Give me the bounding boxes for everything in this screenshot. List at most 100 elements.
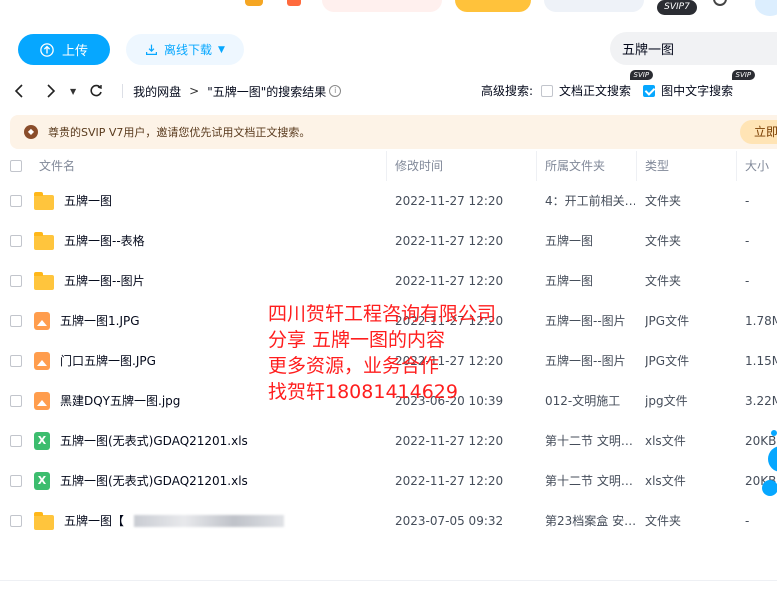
file-type: JPG文件 [645,354,690,368]
row-checkbox[interactable] [10,315,22,327]
offline-download-button[interactable]: 离线下载 ▼ [126,34,244,65]
table-row[interactable]: 五牌一图1.JPG 2022-11-27 12:20 五牌一图--图片 JPG文件 1.… [0,301,777,341]
file-name[interactable]: 门口五牌一图.JPG [60,341,156,381]
select-all-checkbox[interactable] [10,160,22,172]
parent-folder[interactable]: 五牌一图--图片 [545,301,635,341]
file-type: jpg文件 [645,394,688,408]
file-name[interactable]: 五牌一图--图片 [64,261,145,301]
table-row[interactable]: 黑建DQY五牌一图.jpg 2023-06-20 10:39 012-文明施工 jpg… [0,381,777,421]
svip-tag: SVIP [629,70,654,80]
parent-folder[interactable]: 第23档案盒 安… [545,501,635,541]
file-type: 文件夹 [645,274,682,288]
forward-button[interactable] [40,79,60,103]
parent-folder[interactable]: 4：开工前相关… [545,181,635,221]
breadcrumb-separator: > [189,84,200,98]
file-name[interactable]: 黑建DQY五牌一图.jpg [60,381,180,421]
row-checkbox[interactable] [10,355,22,367]
parent-folder[interactable]: 第十二节 文明… [545,421,635,461]
table-row[interactable]: X 五牌一图(无表式)GDAQ21201.xls 2022-11-27 12:20 第… [0,421,777,461]
column-header-type[interactable]: 类型 [645,151,669,181]
row-checkbox[interactable] [10,435,22,447]
file-name[interactable]: 五牌一图(无表式)GDAQ21201.xls [60,421,248,461]
image-text-search-checkbox[interactable] [643,84,656,97]
upload-button[interactable]: 上传 [18,34,110,65]
table-row[interactable]: 五牌一图【 2023-07-05 09:32 第23档案盒 安… 文件夹 - [0,501,777,541]
search-input[interactable] [622,41,777,56]
file-type: JPG文件 [645,314,690,328]
row-checkbox[interactable] [10,235,22,247]
refresh-button[interactable] [86,79,106,103]
file-name-cell[interactable]: 五牌一图1.JPG [34,301,384,341]
file-name-cell[interactable]: X 五牌一图(无表式)GDAQ21201.xls [34,421,384,461]
parent-folder[interactable]: 五牌一图 [545,261,635,301]
info-icon[interactable]: i [329,85,342,97]
file-name-cell[interactable]: 五牌一图 [34,181,384,221]
column-header-folder[interactable]: 所属文件夹 [545,151,605,181]
column-header-size[interactable]: 大小 [745,151,769,181]
file-size: 1.15M [745,354,777,368]
image-text-search-option[interactable]: 图中文字搜索 SVIP [643,70,756,99]
file-size: 3.22M [745,394,777,408]
table-row[interactable]: X 五牌一图(无表式)GDAQ21201.xls 2022-11-27 12:20 第… [0,461,777,501]
top-header-strip: SVIP7 [0,0,777,16]
nav-bar: ▼ 我的网盘 > "五牌一图"的搜索结果 i [10,78,342,104]
image-file-icon [34,312,50,330]
try-now-button[interactable]: 立即 [740,120,777,144]
row-checkbox[interactable] [10,515,22,527]
column-header-name[interactable]: 文件名 [39,151,75,181]
svip-tag: SVIP [731,70,756,80]
gift-icon[interactable] [287,0,301,6]
file-name[interactable]: 五牌一图(无表式)GDAQ21201.xls [60,461,248,501]
crown-icon[interactable] [245,0,263,6]
file-name[interactable]: 五牌一图--表格 [64,221,145,261]
column-divider [536,151,537,181]
parent-folder[interactable]: 第十二节 文明… [545,461,635,501]
offline-download-label: 离线下载 [164,43,213,57]
file-name-cell[interactable]: 黑建DQY五牌一图.jpg [34,381,384,421]
parent-folder[interactable]: 五牌一图 [545,221,635,261]
row-checkbox[interactable] [10,195,22,207]
file-name[interactable]: 五牌一图 [64,181,112,221]
file-size: - [745,234,750,248]
file-type: 文件夹 [645,194,682,208]
row-checkbox[interactable] [10,275,22,287]
file-name[interactable]: 五牌一图【 [64,501,124,541]
back-button[interactable] [10,79,30,103]
advanced-search: 高级搜索: 文档正文搜索 SVIP 图中文字搜索 SVIP [481,70,756,99]
row-checkbox[interactable] [10,475,22,487]
file-name-cell[interactable]: X 五牌一图(无表式)GDAQ21201.xls [34,461,384,501]
file-name-cell[interactable]: 五牌一图--表格 [34,221,384,261]
member-center-pill[interactable] [455,0,531,12]
promo-pill[interactable] [322,0,442,12]
modified-time: 2022-11-27 12:20 [395,354,504,368]
svip-notice: ◆ 尊贵的SVIP V7用户，邀请您优先试用文档正文搜索。 立即 [10,115,777,149]
image-text-search-label: 图中文字搜索 [661,84,734,98]
table-row[interactable]: 五牌一图--表格 2022-11-27 12:20 五牌一图 文件夹 - [0,221,777,261]
table-row[interactable]: 门口五牌一图.JPG 2022-11-27 12:20 五牌一图--图片 JPG文件 1… [0,341,777,381]
file-name-cell[interactable]: 五牌一图【 [34,501,384,541]
file-name-cell[interactable]: 五牌一图--图片 [34,261,384,301]
file-type: 文件夹 [645,514,682,528]
float-help-icon[interactable] [762,480,777,496]
parent-folder[interactable]: 五牌一图--图片 [545,341,635,381]
breadcrumb-root[interactable]: 我的网盘 [133,83,181,100]
notice-text: 尊贵的SVIP V7用户，邀请您优先试用文档正文搜索。 [48,126,311,139]
create-team-pill[interactable] [544,0,644,12]
table-row[interactable]: 五牌一图--图片 2022-11-27 12:20 五牌一图 文件夹 - [0,261,777,301]
file-name-cell[interactable]: 门口五牌一图.JPG [34,341,384,381]
download-icon [146,44,158,55]
search-box[interactable] [610,32,777,65]
doc-text-search-option[interactable]: 文档正文搜索 SVIP [541,70,654,99]
folder-icon [34,192,54,210]
history-dropdown-icon[interactable]: ▼ [70,87,76,96]
upload-icon [40,42,54,57]
row-checkbox[interactable] [10,395,22,407]
avatar[interactable] [755,0,777,16]
settings-icon[interactable] [713,0,727,6]
column-header-time[interactable]: 修改时间 [395,151,443,181]
float-dot [771,430,777,436]
table-row[interactable]: 五牌一图 2022-11-27 12:20 4：开工前相关… 文件夹 - [0,181,777,221]
file-name[interactable]: 五牌一图1.JPG [60,301,140,341]
doc-text-search-checkbox[interactable] [541,84,554,97]
parent-folder[interactable]: 012-文明施工 [545,381,635,421]
